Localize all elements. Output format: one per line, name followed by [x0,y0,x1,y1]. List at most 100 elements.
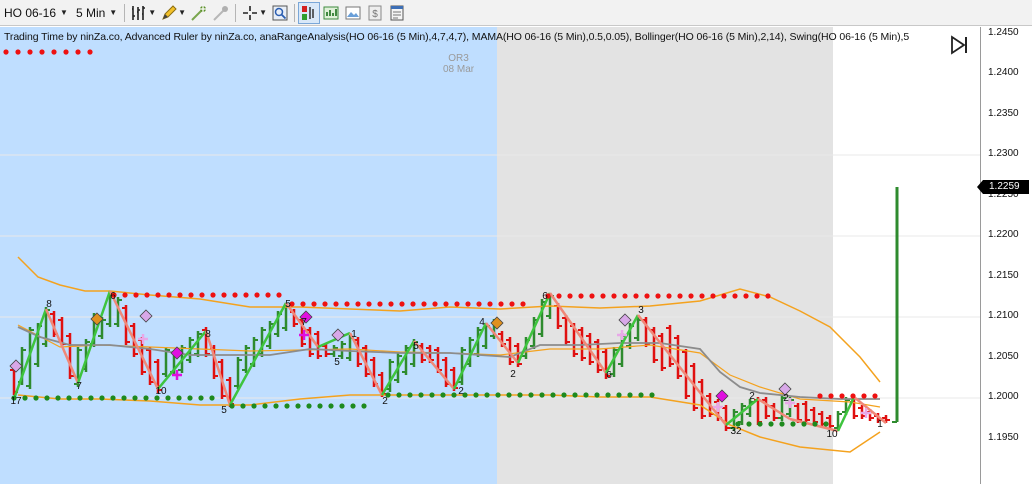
price-tick: 1.2000 [988,391,1019,402]
strategies-icon[interactable] [320,2,342,24]
support-dot [418,392,424,398]
instrument-selector[interactable]: HO 06-16 ▼ [0,2,72,24]
swing-count-label: 7 [301,317,307,328]
indicator-label: Trading Time by ninZa.co, Advanced Ruler… [4,31,910,43]
crosshair-icon[interactable] [239,2,261,24]
resistance-dot [520,301,526,307]
chevron-down-icon[interactable]: ▼ [178,8,186,17]
support-dot [768,421,774,427]
support-dot [187,395,193,401]
support-dot [44,395,50,401]
interval-label: 5 Min [75,5,106,20]
resistance-dot [399,301,405,307]
session-name: OR3 [448,53,469,64]
session-date: 08 Mar [443,64,475,75]
price-tick: 1.2400 [988,67,1019,78]
swing-count-label: 4 [479,317,485,328]
resistance-dot [87,49,93,55]
resistance-dot [27,49,33,55]
zoom-icon[interactable] [269,2,291,24]
chevron-down-icon[interactable]: ▼ [148,8,156,17]
support-dot [198,395,204,401]
resistance-dot [3,49,9,55]
price-bar [892,187,899,423]
support-dot [361,403,367,409]
price-axis[interactable]: 1.2450 1.2400 1.2350 1.2300 1.2250 1.220… [977,27,1032,484]
bar-style-icon[interactable] [128,2,150,24]
chart-trader-icon[interactable] [297,1,320,24]
resistance-dot [366,301,372,307]
instrument-label: HO 06-16 [4,5,57,20]
dollar-icon[interactable]: $ [364,2,386,24]
resistance-dot [633,293,639,299]
scroll-to-end-icon[interactable] [948,35,972,55]
remove-indicator-icon[interactable] [210,2,232,24]
resistance-dot [743,293,749,299]
interval-selector[interactable]: 5 Min ▼ [72,2,121,24]
swing-count-label: 6 [542,291,548,302]
support-dot [757,421,763,427]
resistance-dot [51,49,57,55]
support-dot [605,392,611,398]
add-indicator-icon[interactable] [188,2,210,24]
support-dot [295,403,301,409]
price-tick: 1.2150 [988,270,1019,281]
support-dot [473,392,479,398]
resistance-dot [861,393,867,399]
support-dot [306,403,312,409]
price-bar [834,411,842,431]
resistance-dot [254,292,260,298]
resistance-dot [677,293,683,299]
swing-count-label: 1 [877,419,883,430]
resistance-dot [443,301,449,307]
resistance-dot [589,293,595,299]
resistance-dot [432,301,438,307]
support-dot [517,392,523,398]
support-dot [22,395,28,401]
pencil-icon[interactable] [158,2,180,24]
resistance-dot [322,301,328,307]
image-icon[interactable] [342,2,364,24]
resistance-dot [578,293,584,299]
support-dot [506,392,512,398]
resistance-dot [166,292,172,298]
resistance-dot [177,292,183,298]
price-chart[interactable]: 17 8 7 6 10 8 5 5 7 5 1 2 5 2 4 2 6 6 3 2 32 2 10 1 Trading Tim… [0,27,980,484]
support-dot [251,403,257,409]
support-dot [99,395,105,401]
resistance-dot [666,293,672,299]
resistance-dot [410,301,416,307]
support-dot [176,395,182,401]
swing-count-label: 10 [826,429,838,440]
resistance-dot [388,301,394,307]
resistance-dot [377,301,383,307]
price-tick: 1.2200 [988,229,1019,240]
support-dot [132,395,138,401]
resistance-dot [567,293,573,299]
toolbar-divider [124,3,126,22]
support-dot [627,392,633,398]
swing-count-label: 6 [606,370,612,381]
resistance-dot [828,393,834,399]
support-dot [561,392,567,398]
resistance-dot [144,292,150,298]
support-dot [594,392,600,398]
resistance-dot [487,301,493,307]
properties-icon[interactable] [386,2,408,24]
support-dot [583,392,589,398]
resistance-dot [243,292,249,298]
support-dot [317,403,323,409]
swing-count-label: 8 [46,299,52,310]
chart-toolbar: HO 06-16 ▼ 5 Min ▼ ▼ ▼ ▼ $ [0,0,1032,26]
swing-count-label: 17 [10,396,22,407]
support-dot [572,392,578,398]
support-dot [746,421,752,427]
price-tick: 1.2100 [988,310,1019,321]
session-label: OR3 08 Mar [443,53,474,75]
resistance-dot [839,393,845,399]
resistance-dot [710,293,716,299]
chevron-down-icon[interactable]: ▼ [259,8,267,17]
support-dot [262,403,268,409]
current-price-tag: 1.2259 [977,180,1029,194]
support-dot [823,421,829,427]
